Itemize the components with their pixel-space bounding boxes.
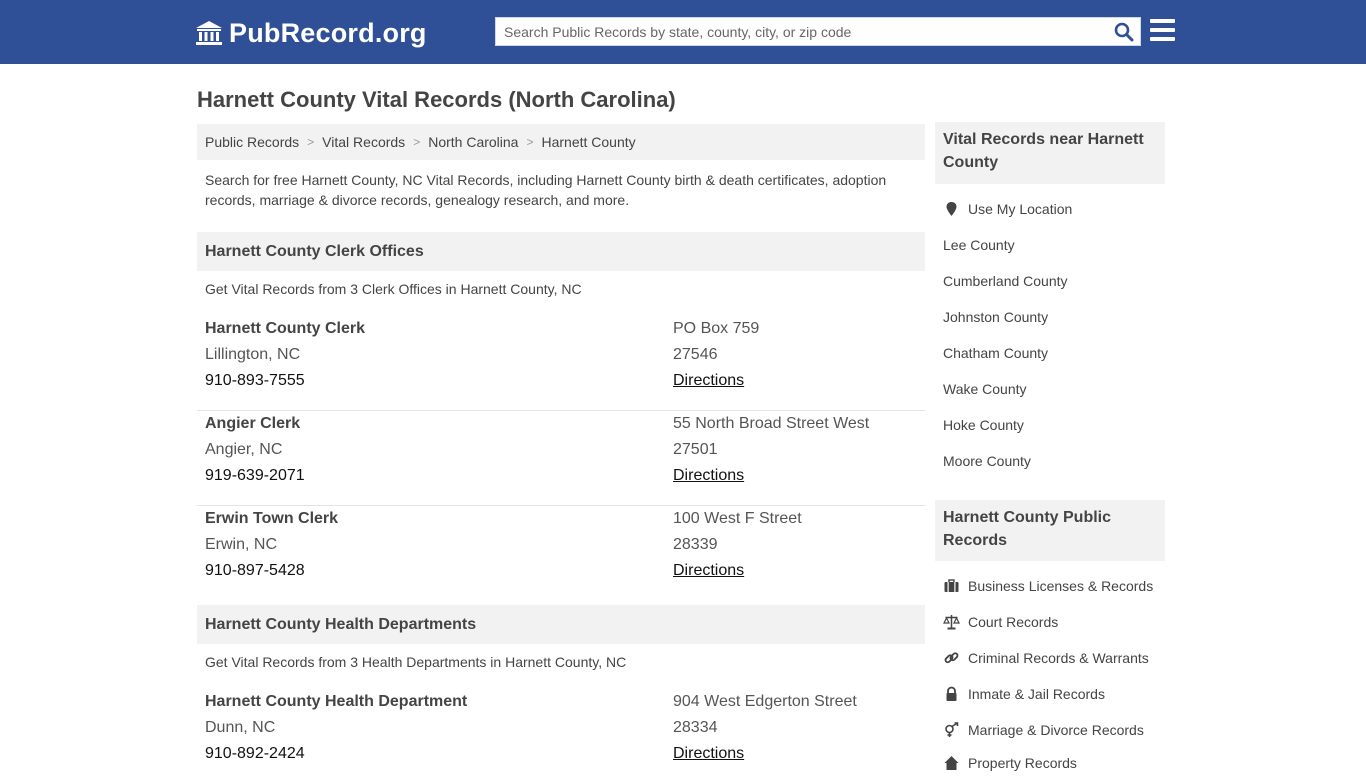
- search-box: [495, 17, 1141, 46]
- office-city: Erwin, NC: [205, 536, 278, 553]
- briefcase-icon: [944, 579, 959, 592]
- sidebar-nearby-title: Vital Records near Harnett County: [935, 122, 1165, 184]
- section-subtitle-health-departments: Get Vital Records from 3 Health Departme…: [205, 654, 627, 670]
- breadcrumb-north-carolina[interactable]: North Carolina: [428, 134, 518, 150]
- use-my-location-label: Use My Location: [968, 201, 1073, 217]
- nearby-county-link[interactable]: Lee County: [943, 237, 1015, 253]
- office-address: 100 West F Street: [673, 510, 802, 527]
- office-entry: Harnett County Clerk Lillington, NC 910-…: [197, 316, 925, 411]
- intro-text: Search for free Harnett County, NC Vital…: [205, 172, 887, 208]
- logo-text: PubRecord.org: [229, 17, 427, 48]
- lock-icon: [946, 686, 957, 701]
- section-subtitle-clerk-offices: Get Vital Records from 3 Clerk Offices i…: [205, 281, 582, 297]
- nearby-county-link[interactable]: Chatham County: [943, 345, 1048, 361]
- page-title: Harnett County Vital Records (North Caro…: [197, 87, 676, 112]
- nearby-county-link[interactable]: Johnston County: [943, 309, 1048, 325]
- directions-link[interactable]: Directions: [673, 368, 759, 394]
- section-header-clerk-offices: Harnett County Clerk Offices: [197, 232, 925, 271]
- link-icon: [944, 652, 959, 664]
- office-zip: 28334: [673, 719, 718, 736]
- breadcrumb-harnett-county[interactable]: Harnett County: [541, 134, 635, 150]
- public-record-label: Criminal Records & Warrants: [968, 650, 1149, 666]
- office-phone[interactable]: 910-892-2424: [205, 741, 467, 767]
- use-my-location-link[interactable]: Use My Location: [943, 201, 1072, 217]
- nearby-county-link[interactable]: Hoke County: [943, 417, 1024, 433]
- office-name[interactable]: Harnett County Health Department: [205, 689, 467, 715]
- map-marker-icon: [946, 202, 957, 216]
- office-city: Lillington, NC: [205, 346, 301, 363]
- office-name[interactable]: Angier Clerk: [205, 411, 305, 437]
- nearby-county-link[interactable]: Moore County: [943, 453, 1031, 469]
- office-city: Dunn, NC: [205, 719, 276, 736]
- office-phone[interactable]: 910-897-5428: [205, 558, 338, 584]
- search-input[interactable]: [496, 18, 1106, 45]
- public-record-label: Marriage & Divorce Records: [968, 722, 1144, 738]
- directions-link[interactable]: Directions: [673, 558, 802, 584]
- office-entry: Harnett County Health Department Dunn, N…: [197, 689, 925, 784]
- public-record-link-inmate[interactable]: Inmate & Jail Records: [943, 686, 1105, 702]
- office-entry: Erwin Town Clerk Erwin, NC 910-897-5428 …: [197, 506, 925, 601]
- office-city: Angier, NC: [205, 441, 283, 458]
- public-record-link-business[interactable]: Business Licenses & Records: [943, 578, 1153, 594]
- office-address: 55 North Broad Street West: [673, 415, 870, 432]
- directions-link[interactable]: Directions: [673, 741, 857, 767]
- courthouse-icon: [196, 21, 222, 45]
- top-navbar: PubRecord.org: [0, 0, 1366, 64]
- public-record-link-court[interactable]: Court Records: [943, 614, 1058, 630]
- breadcrumb-separator: >: [413, 135, 421, 149]
- breadcrumb-separator: >: [526, 135, 534, 149]
- public-record-link-marriage[interactable]: Marriage & Divorce Records: [943, 722, 1144, 738]
- sidebar-public-records-title: Harnett County Public Records: [935, 500, 1165, 561]
- home-icon: [944, 756, 959, 770]
- office-zip: 27546: [673, 346, 718, 363]
- breadcrumb-vital-records[interactable]: Vital Records: [322, 134, 405, 150]
- public-record-link-criminal[interactable]: Criminal Records & Warrants: [943, 650, 1149, 666]
- public-record-label: Inmate & Jail Records: [968, 686, 1105, 702]
- breadcrumb-separator: >: [307, 135, 315, 149]
- scales-icon: [943, 615, 960, 630]
- office-name[interactable]: Harnett County Clerk: [205, 316, 365, 342]
- nearby-county-link[interactable]: Cumberland County: [943, 273, 1068, 289]
- breadcrumb: Public Records > Vital Records > North C…: [197, 124, 925, 160]
- office-address: 904 West Edgerton Street: [673, 693, 857, 710]
- section-header-health-departments: Harnett County Health Departments: [197, 605, 925, 644]
- hamburger-menu-icon[interactable]: [1150, 19, 1175, 41]
- nearby-county-link[interactable]: Wake County: [943, 381, 1027, 397]
- directions-link[interactable]: Directions: [673, 463, 869, 489]
- office-name[interactable]: Erwin Town Clerk: [205, 506, 338, 532]
- gender-icon: [945, 722, 959, 737]
- public-record-link-property[interactable]: Property Records: [943, 755, 1077, 771]
- public-record-label: Business Licenses & Records: [968, 578, 1154, 594]
- office-zip: 27501: [673, 441, 718, 458]
- office-entry: Angier Clerk Angier, NC 919-639-2071 55 …: [197, 411, 925, 506]
- public-record-label: Property Records: [968, 755, 1077, 771]
- breadcrumb-public-records[interactable]: Public Records: [205, 134, 299, 150]
- office-phone[interactable]: 910-893-7555: [205, 368, 365, 394]
- search-icon[interactable]: [1114, 22, 1134, 42]
- public-record-label: Court Records: [968, 614, 1059, 630]
- site-logo[interactable]: PubRecord.org: [195, 16, 427, 50]
- office-address: PO Box 759: [673, 320, 760, 337]
- office-phone[interactable]: 919-639-2071: [205, 463, 305, 489]
- office-zip: 28339: [673, 536, 718, 553]
